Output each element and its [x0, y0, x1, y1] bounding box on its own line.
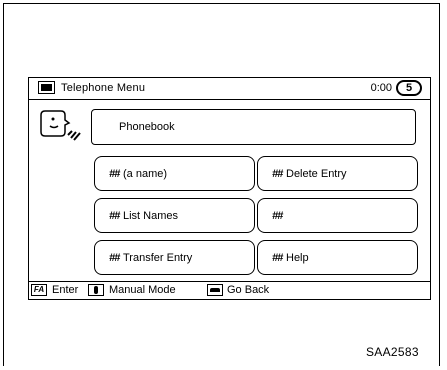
figure-code: SAA2583: [366, 345, 419, 359]
back-icon[interactable]: 5: [396, 80, 422, 96]
list-names-button[interactable]: ## List Names: [94, 198, 255, 233]
voice-command-icon: ##: [272, 252, 283, 264]
voice-icon: [40, 110, 81, 141]
phonebook-button[interactable]: Phonebook: [91, 109, 416, 145]
button-label: Delete Entry: [286, 168, 347, 180]
voice-command-icon: ##: [109, 252, 120, 264]
phone-icon: [38, 81, 55, 94]
voice-command-icon: ##: [109, 168, 120, 180]
enter-icon: FA: [31, 284, 47, 296]
button-label: List Names: [123, 210, 179, 222]
voice-command-icon: ##: [272, 168, 283, 180]
clock: 0:00: [370, 82, 392, 94]
voice-command-icon: ##: [109, 210, 120, 222]
title-bar: Telephone Menu 0:00 5: [29, 78, 430, 100]
delete-entry-button[interactable]: ## Delete Entry: [257, 156, 418, 191]
empty-command-button[interactable]: ##: [257, 198, 418, 233]
button-label: (a name): [123, 168, 168, 180]
go-back-icon: [207, 284, 223, 296]
manual-mode-icon: [88, 284, 104, 296]
go-back-label: Go Back: [227, 284, 270, 296]
help-button[interactable]: ## Help: [257, 240, 418, 275]
enter-label: Enter: [52, 284, 79, 296]
telephone-menu-screen: Telephone Menu 0:00 5 Phonebook ## (a na…: [28, 77, 431, 300]
button-label: Transfer Entry: [123, 252, 193, 264]
transfer-entry-button[interactable]: ## Transfer Entry: [94, 240, 255, 275]
name-button[interactable]: ## (a name): [94, 156, 255, 191]
phonebook-label: Phonebook: [119, 121, 175, 133]
help-bar: FA Enter Manual Mode Go Back: [29, 281, 430, 300]
button-label: Help: [286, 252, 309, 264]
manual-mode-label: Manual Mode: [109, 284, 176, 296]
screen-title: Telephone Menu: [61, 82, 146, 94]
voice-command-icon: ##: [272, 210, 283, 222]
